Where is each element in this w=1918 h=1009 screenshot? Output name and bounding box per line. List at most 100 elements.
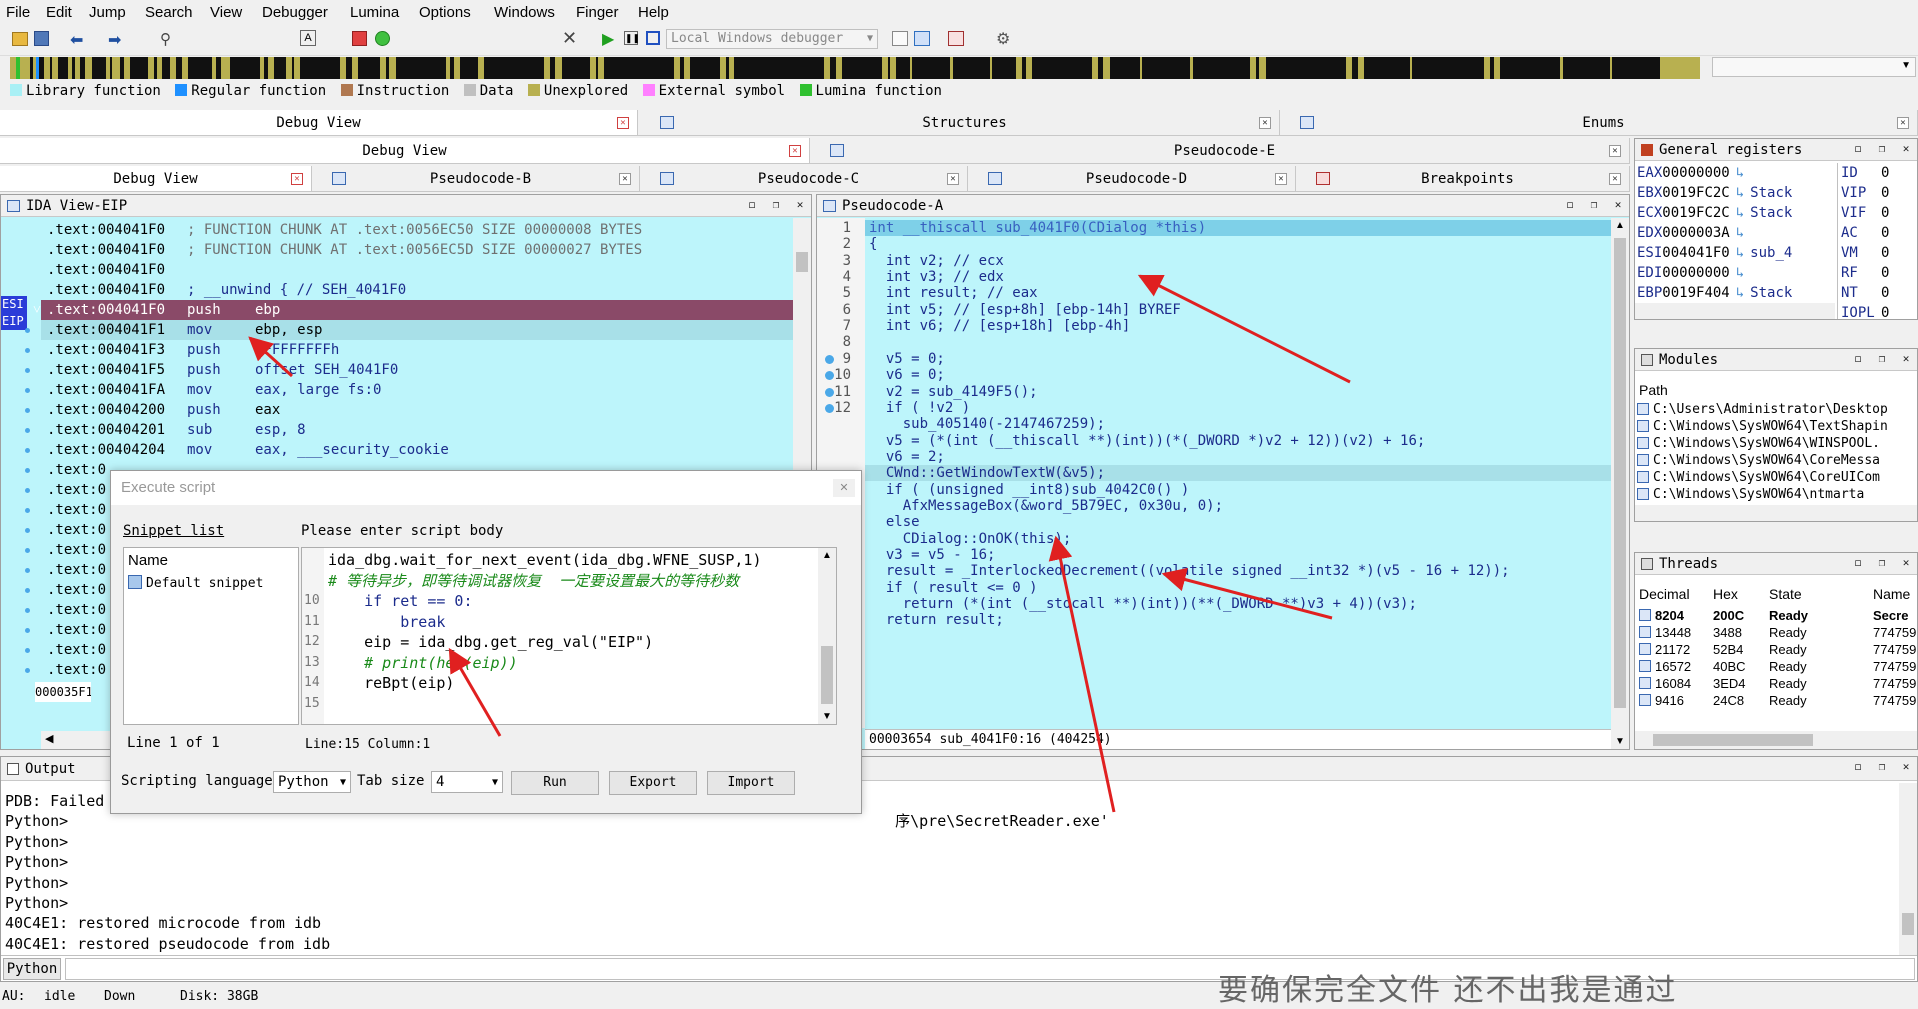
breakpoint-dot[interactable] (25, 568, 30, 573)
text-search-icon[interactable]: A (300, 30, 316, 46)
breakpoint-dot[interactable] (25, 668, 30, 673)
snippet-list[interactable]: Name Default snippet (123, 547, 299, 725)
menu-options[interactable]: Options (419, 4, 471, 21)
breakpoint-dot[interactable] (825, 371, 834, 381)
restore-icon[interactable]: ❐ (1875, 352, 1889, 366)
ida-line[interactable]: .text:00404204 mov eax, ___security_cookie (25, 440, 793, 460)
script-line[interactable]: 10 if ret == 0: (302, 591, 818, 611)
ida-line[interactable]: .text:004041F0 ; FUNCTION CHUNK AT .text:… (41, 240, 793, 260)
breakpoint-dot[interactable] (25, 488, 30, 493)
restore-icon[interactable]: ❐ (1875, 760, 1889, 774)
step-icon[interactable] (892, 31, 908, 46)
stop-icon[interactable] (352, 31, 367, 46)
register-row[interactable]: EAX00000000 ↳ (1637, 163, 1833, 183)
close-icon[interactable]: ✕ (1899, 760, 1913, 774)
restore-icon[interactable]: ❐ (769, 198, 783, 212)
flag-row[interactable]: VIF 0 (1841, 203, 1903, 223)
ida-line[interactable]: .text:004041FA mov eax, large fs:0 (25, 380, 793, 400)
breakpoint-dot[interactable] (25, 508, 30, 513)
pseudocode-line[interactable]: return result; (817, 612, 1611, 628)
script-line[interactable]: 11 break (302, 612, 818, 632)
menu-file[interactable]: File (6, 4, 30, 21)
register-row[interactable]: ESI004041F0 ↳ sub_4 (1637, 243, 1833, 263)
pseudocode-line[interactable]: if ( result <= 0 ) (817, 580, 1611, 596)
tab-structures[interactable]: Structures ✕ (650, 110, 1280, 135)
close-icon[interactable]: ✕ (1899, 142, 1913, 156)
script-vscrollbar[interactable]: ▲ ▼ (818, 548, 836, 724)
scroll-thumb[interactable] (821, 646, 833, 704)
step-over-icon[interactable] (914, 31, 930, 46)
col-decimal[interactable]: Decimal (1639, 583, 1690, 605)
pseudocode-line[interactable]: 9 v5 = 0; (817, 351, 1611, 367)
thread-row[interactable]: 13448 3488 Ready 774759 (1635, 624, 1917, 641)
jump-arrow-icon[interactable]: ↳ (1736, 245, 1744, 261)
menu-view[interactable]: View (210, 4, 242, 21)
breakpoint-list-icon[interactable] (948, 31, 964, 46)
close-icon[interactable]: ✕ (619, 172, 631, 185)
modules-hscrollbar[interactable] (1635, 505, 1917, 521)
close-icon[interactable]: ✕ (1611, 198, 1625, 212)
tab-breakpoints[interactable]: Breakpoints ✕ (1306, 166, 1630, 191)
close-icon[interactable]: ✕ (833, 479, 855, 497)
module-row[interactable]: C:\Windows\SysWOW64\CoreUICom (1637, 469, 1897, 486)
pseudocode-vscrollbar[interactable]: ▲ ▼ (1611, 218, 1629, 749)
flag-row[interactable]: VIP 0 (1841, 183, 1903, 203)
settings-icon[interactable]: ⚙ (996, 29, 1010, 49)
ida-line[interactable]: .text:004041F0 ; __unwind { // SEH_4041F0 (41, 280, 793, 300)
breakpoint-dot[interactable] (25, 328, 30, 333)
threads-hscrollbar[interactable] (1635, 731, 1917, 749)
registers-hscrollbar[interactable] (1635, 303, 1835, 319)
tab-debug-view-2[interactable]: Debug View ✕ (0, 138, 810, 163)
register-row[interactable]: EDX0000003A ↳ (1637, 223, 1833, 243)
python-lang-button[interactable]: Python (3, 958, 61, 980)
ida-line[interactable]: ˅ .text:004041F0 push ebp (33, 300, 793, 320)
thread-row[interactable]: 8204 200C Ready Secre (1635, 607, 1917, 624)
pseudocode-line[interactable]: if ( (unsigned __int8)sub_4042C0() ) (817, 482, 1611, 498)
flag-row[interactable]: ID 0 (1841, 163, 1903, 183)
jump-arrow-icon[interactable]: ↳ (1736, 165, 1744, 181)
export-button[interactable]: Export (609, 771, 697, 795)
nav-band-select[interactable]: ▼ (1712, 57, 1916, 77)
flag-row[interactable]: RF 0 (1841, 263, 1903, 283)
ida-line[interactable]: .text:00404200 push eax (25, 400, 793, 420)
stop-debug-icon[interactable] (646, 31, 660, 45)
pseudocode-line[interactable]: 10 v6 = 0; (817, 367, 1611, 383)
snippet-item[interactable]: Default snippet (128, 574, 294, 594)
jump-arrow-icon[interactable]: ↳ (1736, 225, 1744, 241)
close-icon[interactable]: ✕ (291, 172, 303, 185)
minimize-icon[interactable]: ◻ (1851, 142, 1865, 156)
module-row[interactable]: C:\Windows\SysWOW64\ntmarta (1637, 486, 1897, 503)
pseudocode-line[interactable]: else (817, 514, 1611, 530)
pseudocode-line[interactable]: 5 int result; // eax (817, 285, 1611, 301)
restore-icon[interactable]: ❐ (1875, 556, 1889, 570)
tab-pseudocode-e[interactable]: Pseudocode-E ✕ (820, 138, 1630, 163)
tab-enums[interactable]: Enums ✕ (1290, 110, 1918, 135)
back-icon[interactable]: ⬅ (70, 30, 83, 50)
minimize-icon[interactable]: ◻ (1851, 556, 1865, 570)
module-row[interactable]: C:\Users\Administrator\Desktop (1637, 401, 1897, 418)
breakpoint-dot[interactable] (25, 408, 30, 413)
minimize-icon[interactable]: ◻ (1563, 198, 1577, 212)
scroll-left-icon[interactable]: ◀ (45, 732, 53, 745)
module-row[interactable]: C:\Windows\SysWOW64\WINSPOOL. (1637, 435, 1897, 452)
ida-line[interactable]: .text:004041F0 (41, 260, 793, 280)
menu-finger[interactable]: Finger (576, 4, 619, 21)
breakpoint-dot[interactable] (25, 588, 30, 593)
scroll-thumb[interactable] (1653, 734, 1813, 746)
script-line[interactable]: 13 # print(hex(eip)) (302, 653, 818, 673)
col-state[interactable]: State (1769, 583, 1802, 605)
flag-row[interactable]: VM 0 (1841, 243, 1903, 263)
pseudocode-line[interactable]: 1 int __thiscall sub_4041F0(CDialog *this… (817, 220, 1611, 236)
pseudocode-line[interactable]: v3 = v5 - 16; (817, 547, 1611, 563)
col-name[interactable]: Name (1873, 583, 1910, 605)
menu-jump[interactable]: Jump (89, 4, 126, 21)
close-icon[interactable]: ✕ (793, 198, 807, 212)
menu-debugger[interactable]: Debugger (262, 4, 328, 21)
menu-search[interactable]: Search (145, 4, 193, 21)
ida-line[interactable]: .text:004041F0 ; FUNCTION CHUNK AT .text:… (41, 220, 793, 240)
close-icon[interactable]: ✕ (1609, 144, 1621, 157)
language-select[interactable]: Python ▼ (273, 771, 351, 793)
thread-row[interactable]: 21172 52B4 Ready 774759 (1635, 641, 1917, 658)
pseudocode-line[interactable]: v5 = (*(int (__thiscall **)(int))(*(_DWO… (817, 433, 1611, 449)
pseudocode-line[interactable]: CWnd::GetWindowTextW(&v5); (817, 465, 1611, 482)
